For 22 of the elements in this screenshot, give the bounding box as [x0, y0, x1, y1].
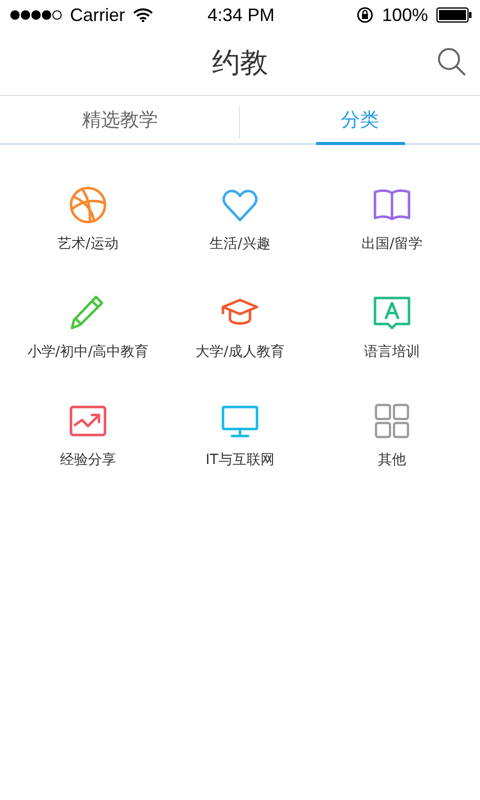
search-button[interactable]	[436, 46, 468, 78]
category-item[interactable]: 大学/成人教育	[164, 293, 316, 361]
signal-icon	[10, 10, 62, 20]
category-item[interactable]: 生活/兴趣	[164, 185, 316, 253]
tab[interactable]: 精选教学	[0, 96, 240, 143]
category-item[interactable]: 小学/初中/高中教育	[12, 293, 164, 361]
wifi-icon	[133, 8, 154, 22]
battery-icon	[436, 7, 472, 23]
category-item[interactable]: 其他	[316, 401, 468, 469]
status-time: 4:34 PM	[207, 4, 275, 26]
carrier-name: Carrier	[70, 4, 126, 26]
rotation-lock-icon	[356, 6, 374, 24]
basketball-icon	[68, 185, 108, 225]
grid-icon	[372, 401, 412, 441]
category-item[interactable]: 出国/留学	[316, 185, 468, 253]
category-item[interactable]: IT与互联网	[164, 401, 316, 469]
search-icon	[436, 46, 468, 78]
battery-percent: 100%	[382, 4, 428, 26]
category-item[interactable]: 经验分享	[12, 401, 164, 469]
category-item[interactable]: 艺术/运动	[12, 185, 164, 253]
page-title: 约教	[212, 44, 268, 80]
category-item[interactable]: 语言培训	[316, 293, 468, 361]
